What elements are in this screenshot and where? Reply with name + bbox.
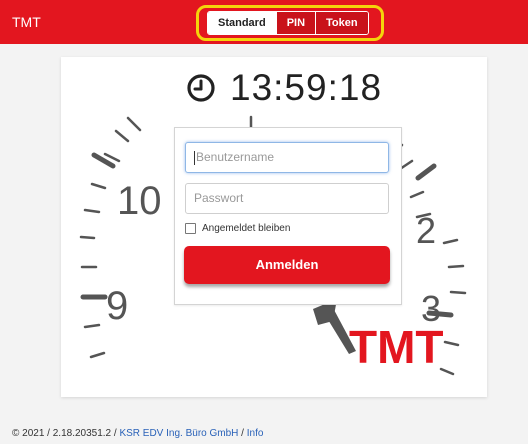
tab-pin[interactable]: PIN	[275, 12, 316, 34]
login-button[interactable]: Anmelden	[184, 246, 390, 284]
password-placeholder: Passwort	[194, 191, 244, 205]
dial-tick	[449, 290, 467, 295]
dial-number-10: 10	[117, 179, 162, 223]
clock-time: 13:59:18	[230, 67, 383, 108]
remember-me-checkbox[interactable]	[185, 223, 196, 234]
text-caret	[194, 150, 195, 165]
info-link[interactable]: Info	[247, 428, 264, 439]
clock-icon	[187, 74, 215, 102]
dial-major-tick	[415, 163, 437, 181]
dial-tick	[126, 116, 142, 132]
company-link[interactable]: KSR EDV Ing. Büro GmbH	[119, 428, 238, 439]
dial-tick	[443, 340, 460, 347]
dial-tick	[90, 182, 107, 190]
footer-version: © 2021 / 2.18.20351.2 /	[12, 428, 120, 439]
remember-me-row[interactable]: Angemeldet bleiben	[185, 223, 290, 234]
app-brand: TMT	[12, 14, 41, 30]
tab-standard[interactable]: Standard	[208, 12, 276, 34]
dial-tick	[79, 235, 96, 240]
footer: © 2021 / 2.18.20351.2 / KSR EDV Ing. Bür…	[12, 428, 263, 439]
username-placeholder: Benutzername	[196, 150, 275, 164]
login-form: Benutzername Passwort Angemeldet bleiben…	[174, 127, 402, 305]
remember-me-label: Angemeldet bleiben	[202, 223, 291, 234]
dial-number-9: 9	[106, 284, 128, 328]
dial-tick	[442, 238, 459, 245]
login-mode-tabs: Standard PIN Token	[207, 11, 369, 35]
dial-tick	[447, 264, 465, 269]
dial-tick	[83, 208, 101, 214]
footer-separator: /	[238, 428, 247, 439]
username-field[interactable]: Benutzername	[185, 142, 389, 173]
tab-token[interactable]: Token	[315, 12, 368, 34]
dial-tick	[409, 190, 425, 199]
top-bar: TMT Standard PIN Token	[0, 0, 528, 44]
dial-number-2: 2	[416, 210, 436, 251]
clock-display: 13:59:18	[186, 67, 382, 109]
tmt-logo-text: TMT	[349, 321, 444, 373]
dial-tick	[83, 323, 101, 329]
dial-tick	[114, 129, 130, 143]
login-card: 10 9 2 3 TMT 13:59:18 Benutzername Passw…	[61, 57, 487, 397]
dial-tick	[89, 351, 106, 359]
password-field[interactable]: Passwort	[185, 183, 389, 214]
